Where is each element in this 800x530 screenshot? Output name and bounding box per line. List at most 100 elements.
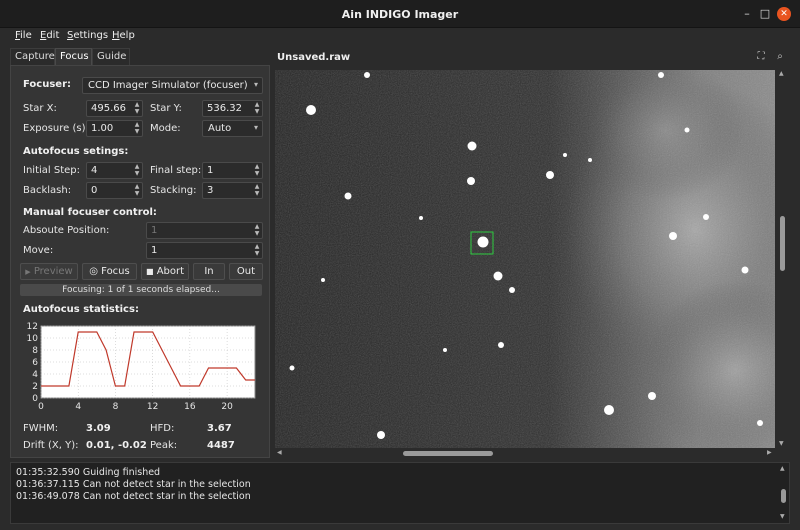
drift-label: Drift (X, Y):	[23, 440, 79, 451]
spin-arrows-icon[interactable]: ▲ ▼	[132, 163, 142, 178]
scroll-up-icon[interactable]: ▲	[780, 465, 785, 472]
absolute-position-field[interactable]: 1 ▲ ▼	[146, 222, 263, 239]
move-value: 1	[151, 245, 158, 256]
star-x-field[interactable]: 495.66 ▲ ▼	[86, 100, 143, 117]
preview-button-label: Preview	[33, 266, 73, 277]
final-step-field[interactable]: 1 ▲ ▼	[202, 162, 263, 179]
backlash-value: 0	[91, 185, 98, 196]
chart-x-tick-label: 12	[147, 402, 158, 412]
log-scroll-thumb[interactable]	[781, 489, 786, 503]
spin-arrows-icon[interactable]: ▲ ▼	[132, 121, 142, 136]
window-title: Ain INDIGO Imager	[341, 8, 459, 21]
stop-icon: ■	[145, 267, 154, 276]
drift-value: 0.01, -0.02	[86, 440, 147, 451]
chart-y-tick-label: 8	[32, 346, 38, 356]
star-y-label: Star Y:	[150, 103, 182, 114]
horizontal-scrollbar[interactable]: ◀ ▶	[275, 448, 775, 458]
peak-label: Peak:	[150, 440, 178, 451]
spin-arrows-icon[interactable]: ▲ ▼	[252, 163, 262, 178]
chart-x-tick-label: 0	[38, 402, 44, 412]
mode-label: Mode:	[150, 123, 181, 134]
chart-x-tick-label: 20	[221, 402, 233, 412]
zoom-icon[interactable]: ⌕	[773, 50, 787, 64]
scroll-down-icon[interactable]: ▼	[779, 440, 784, 447]
move-label: Move:	[23, 245, 54, 256]
maximize-button[interactable]: □	[758, 7, 772, 21]
hfd-label: HFD:	[150, 423, 175, 434]
minimize-button[interactable]: –	[740, 7, 754, 21]
chart-y-tick-label: 6	[32, 358, 38, 368]
initial-step-field[interactable]: 4 ▲ ▼	[86, 162, 143, 179]
mode-select[interactable]: Auto ▾	[202, 120, 263, 137]
play-icon: ▶	[25, 268, 31, 276]
focus-in-button[interactable]: In	[193, 263, 225, 280]
image-viewer[interactable]	[275, 70, 775, 448]
log-scrollbar[interactable]: ▲ ▼	[778, 463, 790, 523]
peak-value: 4487	[207, 440, 235, 451]
image-title: Unsaved.raw	[277, 52, 351, 63]
log-line: 01:35:32.590 Guiding finished	[16, 467, 161, 478]
log-panel: 01:35:32.590 Guiding finished 01:36:37.1…	[10, 462, 790, 524]
focuser-select[interactable]: CCD Imager Simulator (focuser) ▾	[82, 77, 263, 94]
fit-screen-icon[interactable]: ⛶	[754, 50, 768, 64]
final-step-label: Final step:	[150, 165, 202, 176]
spin-arrows-icon[interactable]: ▲ ▼	[252, 183, 262, 198]
star-y-value: 536.32	[207, 103, 242, 114]
fwhm-label: FWHM:	[23, 423, 59, 434]
title-bar: Ain INDIGO Imager – □ ✕	[0, 0, 800, 28]
spin-arrows-icon[interactable]: ▲ ▼	[252, 101, 262, 116]
focuser-label: Focuser:	[23, 79, 72, 90]
log-line: 01:36:49.078 Can not detect star in the …	[16, 491, 251, 502]
initial-step-value: 4	[91, 165, 98, 176]
focuser-select-value: CCD Imager Simulator (focuser)	[88, 80, 248, 91]
focus-tab-pane: Focuser: CCD Imager Simulator (focuser) …	[10, 65, 270, 458]
chart-y-tick-label: 12	[27, 322, 38, 332]
chart-x-tick-label: 4	[75, 402, 81, 412]
menu-edit[interactable]: Edit	[40, 30, 59, 41]
tab-guide[interactable]: Guide	[92, 48, 130, 65]
stacking-field[interactable]: 3 ▲ ▼	[202, 182, 263, 199]
app-window: Ain INDIGO Imager – □ ✕ File Edit Settin…	[0, 0, 800, 530]
menu-settings[interactable]: Settings	[67, 30, 108, 41]
spin-arrows-icon[interactable]: ▲ ▼	[252, 243, 262, 258]
vertical-scrollbar[interactable]: ▲ ▼	[778, 70, 788, 448]
stacking-value: 3	[207, 185, 214, 196]
focus-button[interactable]: ◎ Focus	[82, 263, 137, 280]
scroll-right-icon[interactable]: ▶	[767, 449, 772, 456]
star-y-field[interactable]: 536.32 ▲ ▼	[202, 100, 263, 117]
spin-arrows-icon[interactable]: ▲ ▼	[252, 223, 262, 238]
backlash-label: Backlash:	[23, 185, 72, 196]
star-x-value: 495.66	[91, 103, 126, 114]
log-line: 01:36:37.115 Can not detect star in the …	[16, 479, 251, 490]
backlash-field[interactable]: 0 ▲ ▼	[86, 182, 143, 199]
initial-step-label: Initial Step:	[23, 165, 80, 176]
scroll-down-icon[interactable]: ▼	[780, 513, 785, 520]
stats-heading: Autofocus statistics:	[23, 304, 139, 315]
close-button[interactable]: ✕	[777, 7, 791, 21]
autofocus-chart: 0246810120 4 8 12 16 20	[27, 322, 256, 412]
mode-select-value: Auto	[208, 123, 232, 134]
chart-y-tick-label: 4	[32, 370, 38, 380]
scroll-up-icon[interactable]: ▲	[779, 70, 784, 77]
exposure-field[interactable]: 1.00 ▲ ▼	[86, 120, 143, 137]
exposure-label: Exposure (s)	[23, 123, 86, 134]
preview-button[interactable]: ▶ Preview	[20, 263, 78, 280]
target-icon: ◎	[89, 266, 98, 277]
abort-button[interactable]: ■ Abort	[141, 263, 189, 280]
move-field[interactable]: 1 ▲ ▼	[146, 242, 263, 259]
absolute-position-label: Absoute Position:	[23, 225, 110, 236]
tab-focus[interactable]: Focus	[55, 48, 92, 65]
focus-progress-bar: Focusing: 1 of 1 seconds elapsed...	[20, 284, 262, 296]
menu-bar: File Edit Settings Help	[0, 28, 800, 46]
vertical-scroll-thumb[interactable]	[780, 216, 785, 271]
focus-out-button[interactable]: Out	[229, 263, 263, 280]
stacking-label: Stacking:	[150, 185, 197, 196]
spin-arrows-icon[interactable]: ▲ ▼	[132, 101, 142, 116]
horizontal-scroll-thumb[interactable]	[403, 451, 493, 456]
scroll-left-icon[interactable]: ◀	[277, 449, 282, 456]
spin-arrows-icon[interactable]: ▲ ▼	[132, 183, 142, 198]
menu-file[interactable]: File	[15, 30, 32, 41]
abort-button-label: Abort	[156, 266, 185, 277]
tab-capture[interactable]: Capture	[10, 48, 55, 65]
menu-help[interactable]: Help	[112, 30, 135, 41]
